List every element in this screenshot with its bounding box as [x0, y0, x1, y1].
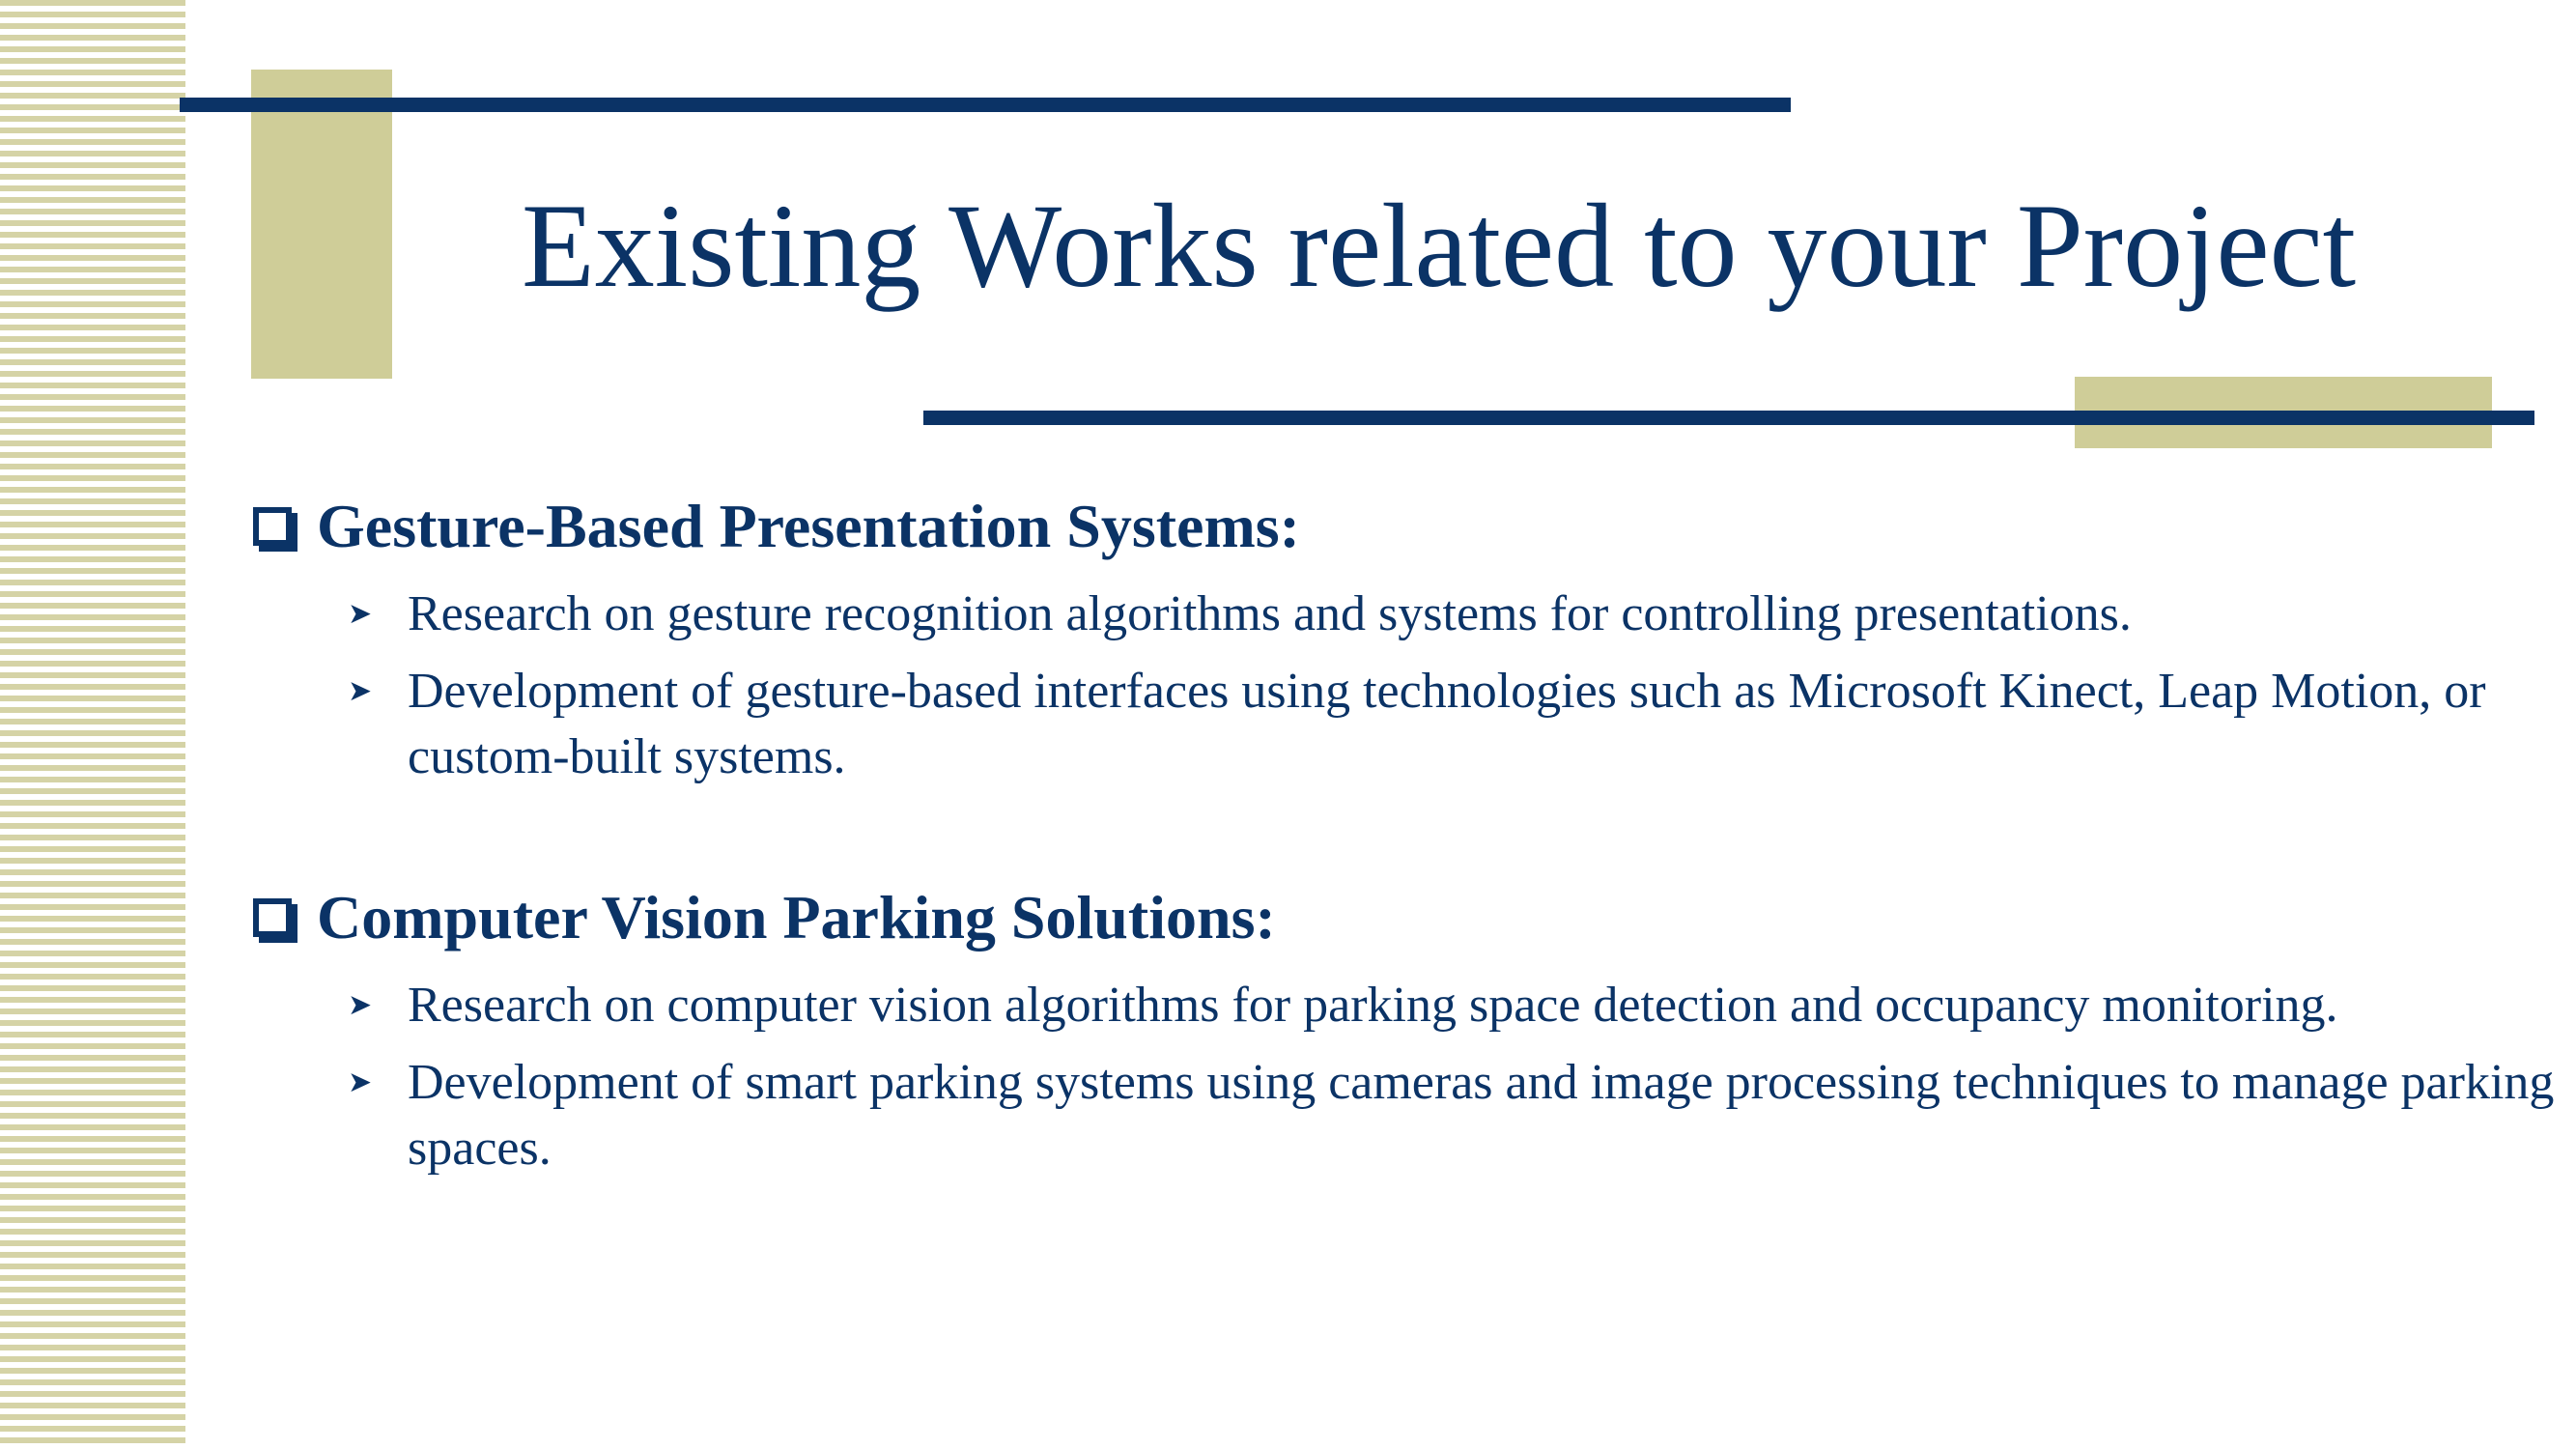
- section-heading: Computer Vision Parking Solutions:: [253, 874, 2475, 961]
- arrowhead-icon: ➤: [348, 598, 373, 630]
- arrowhead-icon: ➤: [348, 675, 373, 707]
- title-rule-top: [180, 98, 1791, 112]
- list-item-text: Research on computer vision algorithms f…: [408, 978, 2338, 1033]
- section-heading: Gesture-Based Presentation Systems:: [253, 483, 2475, 570]
- list-item: ➤ Development of gesture-based interface…: [253, 659, 2571, 790]
- bullet-list: ➤ Research on computer vision algorithms…: [253, 973, 2554, 1181]
- list-item-text: Development of smart parking systems usi…: [408, 1055, 2555, 1176]
- section-gesture-systems: Gesture-Based Presentation Systems: ➤ Re…: [253, 483, 2486, 790]
- title-rule-bottom: [923, 411, 2534, 425]
- list-item: ➤ Research on computer vision algorithms…: [253, 973, 2571, 1038]
- list-item-text: Research on gesture recognition algorith…: [408, 586, 2132, 641]
- decorative-block-left: [251, 70, 392, 379]
- section-heading-text: Computer Vision Parking Solutions:: [317, 883, 1276, 952]
- slide-title: Existing Works related to your Project: [522, 180, 2357, 312]
- bullet-list: ➤ Research on gesture recognition algori…: [253, 582, 2486, 790]
- arrowhead-icon: ➤: [348, 1066, 373, 1098]
- list-item: ➤ Research on gesture recognition algori…: [253, 582, 2571, 647]
- list-item: ➤ Development of smart parking systems u…: [253, 1050, 2571, 1181]
- list-item-text: Development of gesture-based interfaces …: [408, 664, 2486, 784]
- section-heading-text: Gesture-Based Presentation Systems:: [317, 492, 1300, 560]
- arrowhead-icon: ➤: [348, 989, 373, 1021]
- decorative-stripes: [0, 0, 185, 1449]
- checkbox-square-icon: [253, 898, 297, 943]
- checkbox-square-icon: [253, 507, 297, 552]
- section-parking-solutions: Computer Vision Parking Solutions: ➤ Res…: [253, 874, 2554, 1181]
